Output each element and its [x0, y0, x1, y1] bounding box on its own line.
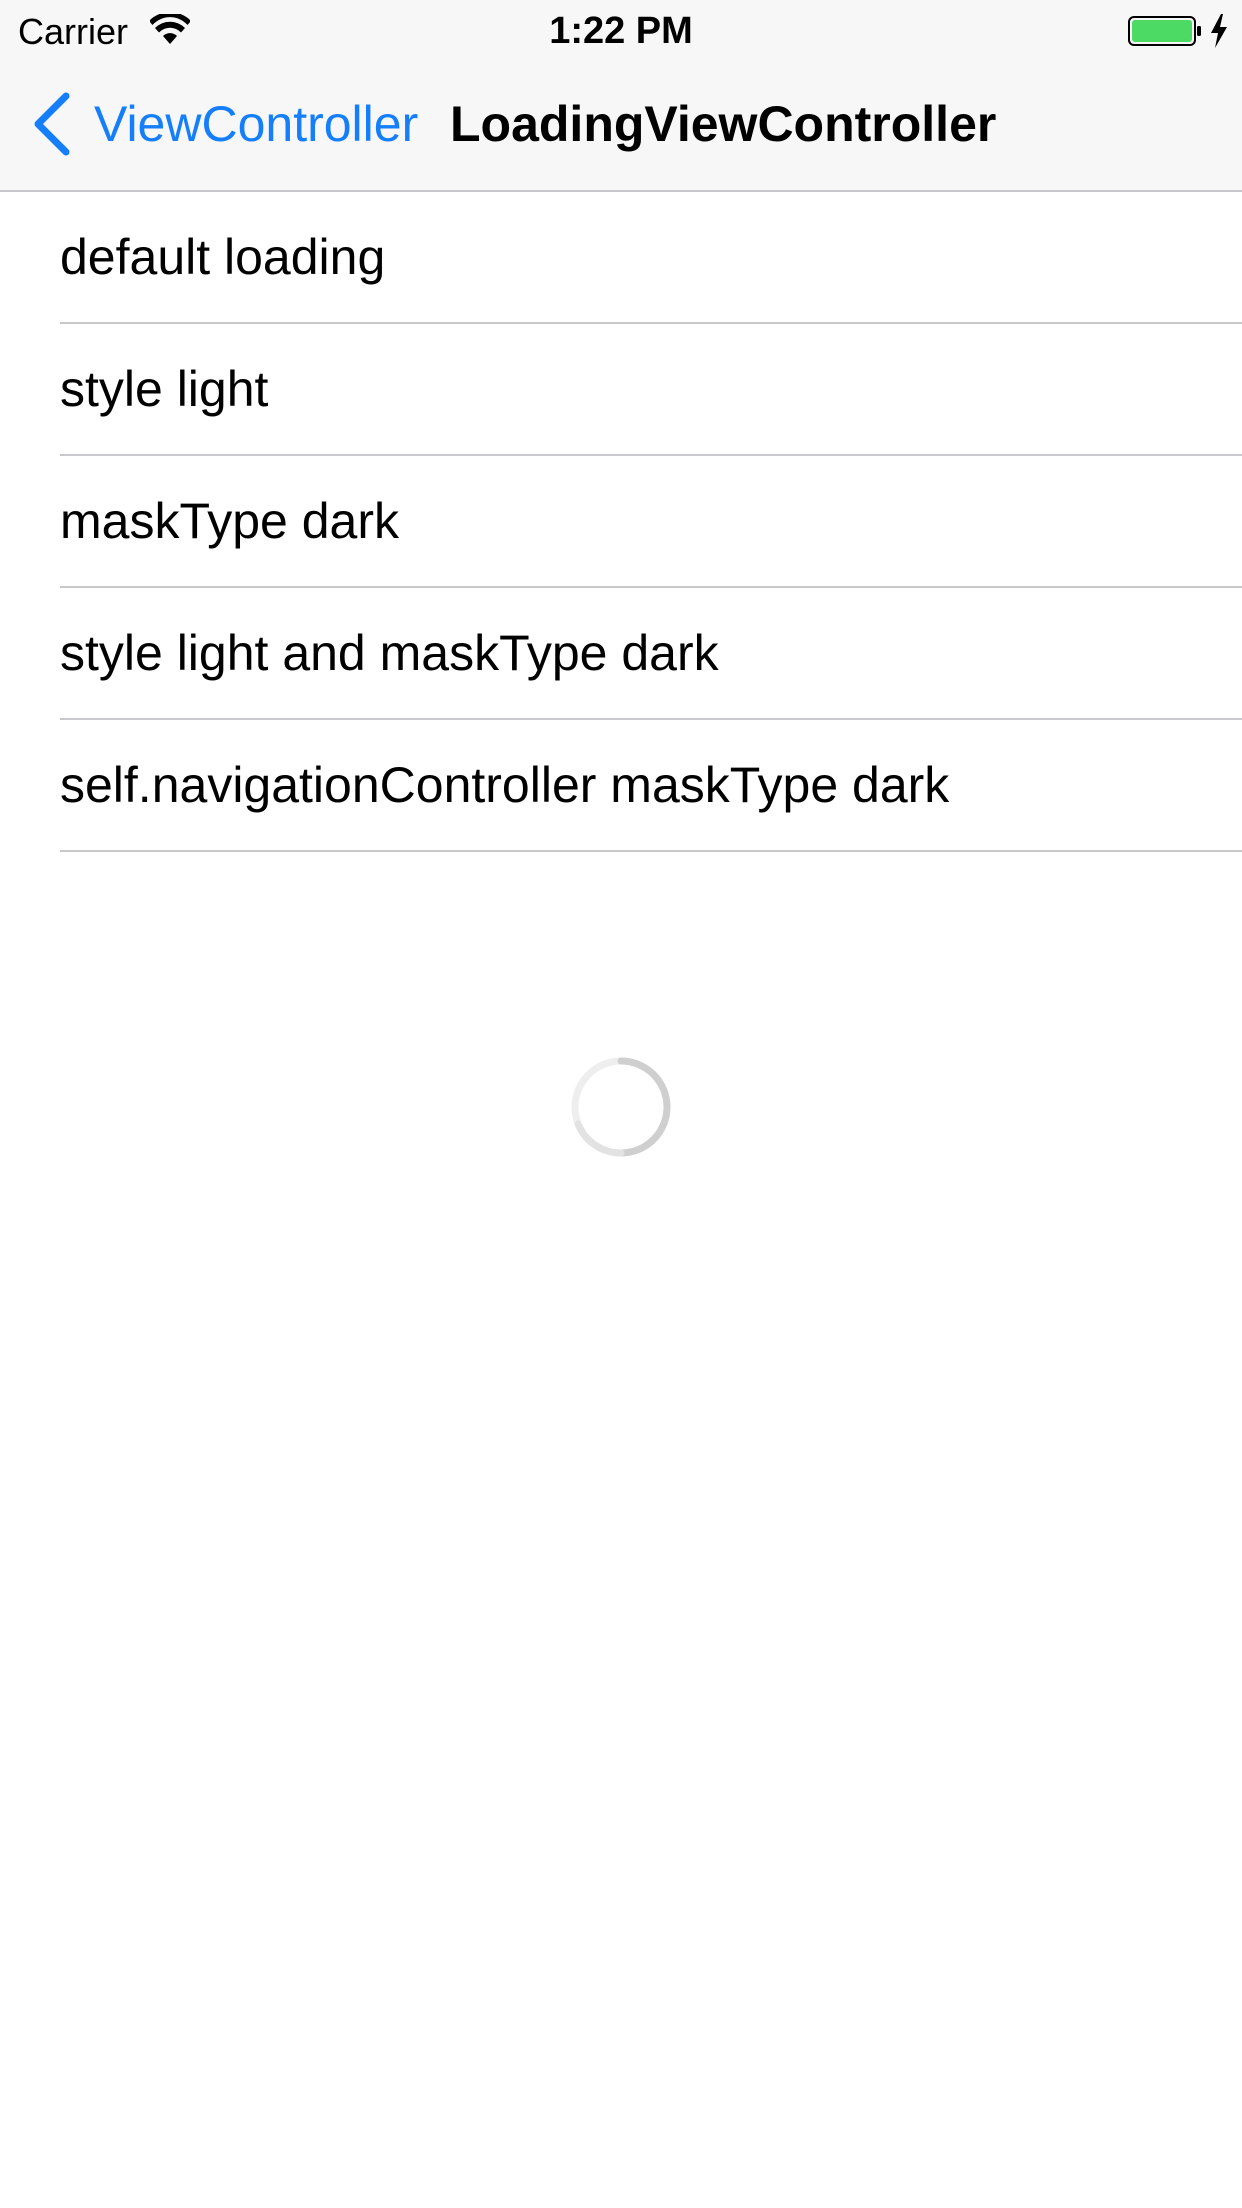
- battery-icon: [1128, 16, 1201, 46]
- chevron-left-icon: [34, 92, 70, 156]
- list-item-masktype-dark[interactable]: maskType dark: [0, 456, 1242, 588]
- status-time: 1:22 PM: [549, 10, 693, 52]
- options-list: default loading style light maskType dar…: [0, 192, 1242, 852]
- list-item-label: style light: [60, 361, 269, 417]
- list-item-style-light-and-masktype-dark[interactable]: style light and maskType dark: [0, 588, 1242, 720]
- page-title: LoadingViewController: [450, 96, 997, 152]
- list-item-style-light[interactable]: style light: [0, 324, 1242, 456]
- row-divider: [60, 850, 1242, 852]
- list-item-label: maskType dark: [60, 493, 400, 549]
- list-item-label: default loading: [60, 229, 386, 285]
- top-bar: Carrier 1:22 PM ViewController LoadingVi…: [0, 0, 1242, 192]
- list-item-label: self.navigationController maskType dark: [60, 757, 950, 813]
- list-item-navigation-controller-masktype-dark[interactable]: self.navigationController maskType dark: [0, 720, 1242, 852]
- screen: Carrier 1:22 PM ViewController LoadingVi…: [0, 0, 1242, 2208]
- list-item-label: style light and maskType dark: [60, 625, 719, 681]
- back-button-label: ViewController: [94, 96, 419, 152]
- navigation-bar: ViewController LoadingViewController: [0, 60, 1242, 190]
- charging-bolt-icon: [1211, 14, 1227, 48]
- status-bar: Carrier 1:22 PM: [0, 0, 1242, 60]
- loading-spinner-icon: [571, 1057, 671, 1157]
- back-button[interactable]: ViewController: [30, 90, 418, 158]
- list-item-default-loading[interactable]: default loading: [0, 192, 1242, 324]
